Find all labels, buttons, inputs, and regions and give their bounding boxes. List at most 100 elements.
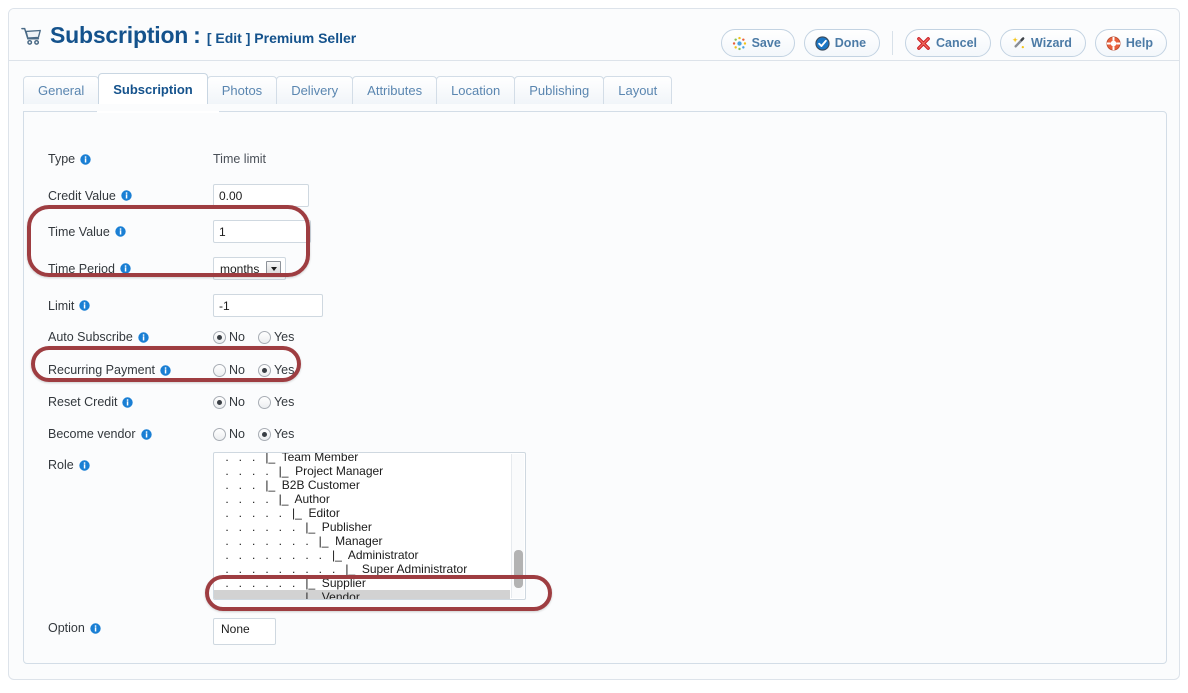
role-listbox-scrollbar[interactable]: [511, 454, 524, 598]
page-header: Subscription : [ Edit ] Premium Seller S…: [9, 9, 1179, 61]
tab-attributes[interactable]: Attributes: [352, 76, 438, 104]
role-list-item[interactable]: . . . . |_ Project Manager: [214, 464, 510, 478]
type-label-text: Type: [48, 152, 76, 166]
limit-label: Limit: [48, 299, 213, 313]
tab-photos[interactable]: Photos: [206, 76, 278, 104]
role-listbox-wrap: . . . |_ Team Member . . . . |_ Project …: [213, 452, 526, 600]
tab-attributes-label: Attributes: [367, 83, 423, 98]
role-list-item[interactable]: . . . . . . |_ Publisher: [214, 520, 510, 534]
time-value-label-text: Time Value: [48, 224, 110, 239]
info-icon[interactable]: [90, 622, 101, 634]
info-icon[interactable]: [115, 226, 126, 237]
radio-button[interactable]: [213, 330, 226, 344]
radio-button[interactable]: [257, 395, 271, 409]
help-button[interactable]: Help: [1094, 29, 1167, 57]
limit-input[interactable]: [213, 294, 323, 317]
recurring-payment-no-label: No: [229, 363, 245, 377]
tab-bar: General Subscription Photos Delivery Att…: [23, 73, 1179, 104]
reset-credit-yes-option[interactable]: Yes: [257, 395, 294, 409]
role-list-item[interactable]: . . . |_ Team Member: [214, 453, 510, 464]
save-button[interactable]: Save: [720, 29, 795, 57]
tab-publishing[interactable]: Publishing: [514, 76, 605, 104]
field-row-reset-credit: Reset Credit No Yes: [48, 395, 294, 409]
role-list-item[interactable]: . . . . . . |_ Vendor: [214, 590, 510, 599]
radio-button[interactable]: [213, 395, 226, 409]
tab-location-label: Location: [451, 83, 501, 98]
time-period-select[interactable]: months: [213, 257, 287, 280]
scrollbar-thumb[interactable]: [514, 550, 523, 588]
role-list-item[interactable]: . . . . . |_ Editor: [214, 506, 510, 520]
role-list-item[interactable]: . . . . . . . . . |_ Super Administrator: [214, 562, 510, 576]
credit-value-input[interactable]: [213, 184, 309, 207]
radio-button[interactable]: [257, 427, 271, 441]
cancel-button-label: Cancel: [936, 36, 978, 50]
role-list-item[interactable]: . . . |_ B2B Customer: [214, 478, 510, 492]
subscription-form-panel: Type Time limit Credit Value 0.00 Time V…: [23, 111, 1167, 664]
role-list-item[interactable]: . . . . . . . |_ Manager: [214, 534, 510, 548]
chevron-down-icon[interactable]: [266, 261, 282, 276]
become-vendor-yes-option[interactable]: Yes: [257, 427, 295, 441]
type-value-text: Time limit: [213, 152, 267, 166]
cancel-button[interactable]: Cancel: [905, 29, 992, 57]
become-vendor-no-option[interactable]: No: [213, 427, 245, 441]
limit-wrap: [213, 294, 323, 317]
info-icon[interactable]: [140, 428, 152, 440]
done-button-label: Done: [834, 36, 867, 50]
info-icon[interactable]: [121, 190, 132, 201]
recurring-payment-radio-group: No Yes: [213, 363, 294, 377]
field-row-become-vendor: Become vendor No Yes: [48, 427, 294, 441]
auto-subscribe-no-option[interactable]: No: [213, 330, 245, 344]
become-vendor-label-text: Become vendor: [48, 427, 136, 441]
check-circle-icon: [815, 35, 830, 51]
role-list-item[interactable]: . . . . . . . . |_ Administrator: [214, 548, 510, 562]
radio-button[interactable]: [257, 330, 271, 344]
shopping-cart-icon: [21, 25, 43, 47]
recurring-payment-no-option[interactable]: No: [213, 363, 245, 377]
radio-button[interactable]: [257, 363, 271, 377]
radio-button[interactable]: [213, 363, 226, 377]
tab-layout[interactable]: Layout: [603, 76, 673, 104]
title-text: Subscription: [50, 22, 189, 48]
toolbar: Save Done Cancel Wizard Help: [720, 29, 1167, 57]
role-listbox[interactable]: . . . |_ Team Member . . . . |_ Project …: [213, 452, 526, 600]
role-list-item[interactable]: . . . . . . |_ Supplier: [214, 576, 510, 590]
tab-general-label: General: [38, 83, 85, 98]
info-icon[interactable]: [79, 459, 90, 471]
done-button[interactable]: Done: [803, 29, 881, 57]
time-value-input[interactable]: [213, 220, 311, 243]
info-icon[interactable]: [79, 300, 91, 311]
reset-credit-no-option[interactable]: No: [213, 395, 245, 409]
role-label: Role: [48, 452, 213, 472]
tab-delivery-label: Delivery: [291, 83, 339, 98]
info-icon[interactable]: [120, 263, 131, 274]
recurring-payment-yes-option[interactable]: Yes: [257, 363, 294, 377]
info-icon[interactable]: [138, 331, 149, 343]
time-value-label: Time Value: [48, 225, 213, 239]
info-icon[interactable]: [160, 364, 171, 376]
time-value-wrap: [213, 220, 311, 243]
tab-subscription-label: Subscription: [113, 81, 193, 97]
active-tab-notch: [97, 111, 219, 113]
recurring-payment-label: Recurring Payment: [48, 363, 213, 377]
reset-credit-label-text: Reset Credit: [48, 395, 118, 409]
lifering-icon: [1106, 36, 1121, 51]
option-listbox[interactable]: None: [213, 618, 276, 645]
auto-subscribe-yes-option[interactable]: Yes: [257, 330, 294, 344]
page-title: Subscription : [ Edit ] Premium Seller: [21, 22, 356, 49]
tab-subscription[interactable]: Subscription: [98, 73, 208, 104]
wizard-button[interactable]: Wizard: [1000, 29, 1086, 57]
tab-location[interactable]: Location: [436, 76, 516, 104]
info-icon[interactable]: [122, 396, 134, 408]
info-icon[interactable]: [80, 153, 91, 165]
radio-button[interactable]: [213, 427, 226, 441]
option-selected-value: None: [221, 622, 250, 636]
reset-credit-no-label: No: [229, 395, 245, 409]
tab-delivery[interactable]: Delivery: [276, 76, 354, 104]
reset-credit-label: Reset Credit: [48, 395, 213, 409]
field-row-auto-subscribe: Auto Subscribe No Yes: [48, 330, 294, 344]
role-list-item[interactable]: . . . . |_ Author: [214, 492, 510, 506]
become-vendor-yes-label: Yes: [273, 427, 295, 441]
application-window: Subscription : [ Edit ] Premium Seller S…: [8, 8, 1180, 680]
become-vendor-label: Become vendor: [48, 427, 213, 441]
tab-general[interactable]: General: [23, 76, 100, 104]
